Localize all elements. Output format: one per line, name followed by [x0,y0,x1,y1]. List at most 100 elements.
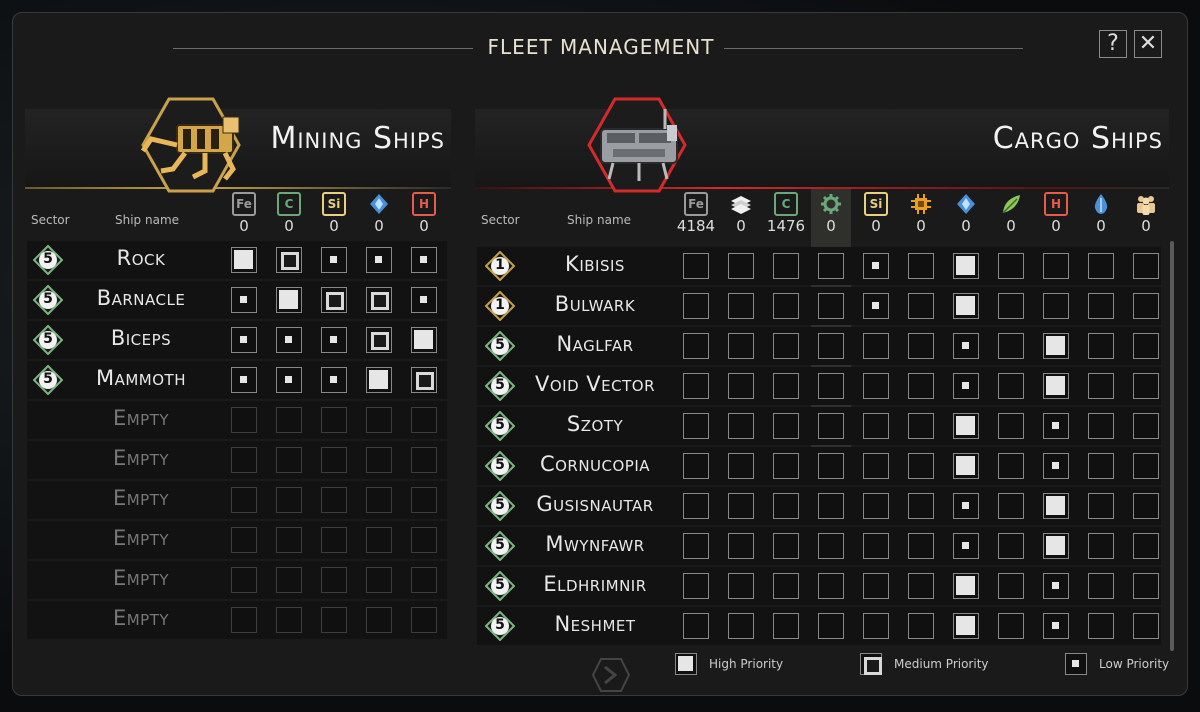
priority-checkbox-leaf[interactable] [998,413,1024,439]
priority-checkbox-carbon[interactable] [773,453,799,479]
priority-checkbox-carbon[interactable] [773,253,799,279]
priority-checkbox-crew[interactable] [1133,533,1159,559]
priority-checkbox-droplet[interactable] [1088,573,1114,599]
priority-checkbox-hydrogen[interactable] [1043,413,1069,439]
priority-checkbox-crystal[interactable] [953,333,979,359]
cargo-scrollbar[interactable] [1170,241,1174,651]
resource-column-hydrogen[interactable]: H0 [1036,192,1076,235]
priority-checkbox-metal-plates[interactable] [728,373,754,399]
priority-checkbox-crystal[interactable] [953,453,979,479]
priority-checkbox-iron[interactable] [683,293,709,319]
priority-checkbox-crystal[interactable] [953,613,979,639]
resource-column-metal-plates[interactable]: 0 [721,192,761,235]
priority-checkbox-iron[interactable] [683,373,709,399]
priority-checkbox-carbon[interactable] [276,247,302,273]
priority-checkbox-iron[interactable] [683,333,709,359]
priority-checkbox-droplet[interactable] [1088,613,1114,639]
priority-checkbox-hydrogen[interactable] [411,247,437,273]
priority-checkbox-iron[interactable] [231,287,257,313]
priority-checkbox-silicon[interactable] [863,573,889,599]
priority-checkbox-hydrogen[interactable] [1043,253,1069,279]
priority-checkbox-carbon[interactable] [276,287,302,313]
ship-name[interactable]: Eldhrimnir [533,572,657,596]
priority-checkbox-iron[interactable] [683,493,709,519]
help-button[interactable]: ? [1099,30,1127,58]
priority-checkbox-hydrogen[interactable] [1043,373,1069,399]
resource-column-carbon[interactable]: C 1476 [766,192,806,235]
priority-checkbox-gear[interactable] [818,373,844,399]
resource-column-crew[interactable]: 0 [1126,192,1166,235]
ship-name[interactable]: Gusisnautar [533,492,657,516]
priority-checkbox-crystal[interactable] [953,373,979,399]
ship-name[interactable]: Neshmet [533,612,657,636]
priority-checkbox-metal-plates[interactable] [728,333,754,359]
priority-checkbox-gear[interactable] [818,573,844,599]
priority-checkbox-metal-plates[interactable] [728,493,754,519]
resource-column-chip[interactable]: 0 [901,192,941,235]
ship-name[interactable]: Biceps [81,326,201,350]
priority-checkbox-crystal[interactable] [953,253,979,279]
priority-checkbox-droplet[interactable] [1088,253,1114,279]
priority-checkbox-hydrogen[interactable] [1043,533,1069,559]
ship-name[interactable]: Void Vector [533,372,657,396]
priority-checkbox-iron[interactable] [231,327,257,353]
priority-checkbox-chip[interactable] [908,613,934,639]
priority-checkbox-hydrogen[interactable] [1043,613,1069,639]
priority-checkbox-crew[interactable] [1133,253,1159,279]
priority-checkbox-leaf[interactable] [998,373,1024,399]
priority-checkbox-droplet[interactable] [1088,333,1114,359]
ship-name[interactable]: Bulwark [533,292,657,316]
priority-checkbox-carbon[interactable] [773,413,799,439]
priority-checkbox-iron[interactable] [231,247,257,273]
priority-checkbox-silicon[interactable] [863,613,889,639]
priority-checkbox-carbon[interactable] [773,573,799,599]
priority-checkbox-crew[interactable] [1133,453,1159,479]
close-button[interactable]: ✕ [1134,30,1162,58]
priority-checkbox-carbon[interactable] [773,533,799,559]
priority-checkbox-silicon[interactable] [863,253,889,279]
priority-checkbox-carbon[interactable] [773,613,799,639]
priority-checkbox-hydrogen[interactable] [1043,293,1069,319]
resource-column-iron[interactable]: Fe 0 [224,192,264,235]
priority-checkbox-droplet[interactable] [1088,533,1114,559]
priority-checkbox-silicon[interactable] [863,373,889,399]
priority-checkbox-silicon[interactable] [321,287,347,313]
ship-name[interactable]: Naglfar [533,332,657,356]
priority-checkbox-crystal[interactable] [366,247,392,273]
priority-checkbox-leaf[interactable] [998,253,1024,279]
priority-checkbox-iron[interactable] [683,453,709,479]
priority-checkbox-chip[interactable] [908,573,934,599]
priority-checkbox-leaf[interactable] [998,333,1024,359]
priority-checkbox-metal-plates[interactable] [728,533,754,559]
priority-checkbox-droplet[interactable] [1088,453,1114,479]
priority-checkbox-crystal[interactable] [366,287,392,313]
priority-checkbox-chip[interactable] [908,413,934,439]
ship-name[interactable]: Cornucopia [533,452,657,476]
priority-checkbox-hydrogen[interactable] [1043,493,1069,519]
resource-column-carbon[interactable]: C0 [269,192,309,235]
priority-checkbox-chip[interactable] [908,453,934,479]
priority-checkbox-silicon[interactable] [321,327,347,353]
resource-column-hydrogen[interactable]: H0 [404,192,444,235]
priority-checkbox-hydrogen[interactable] [1043,333,1069,359]
priority-checkbox-crew[interactable] [1133,413,1159,439]
priority-checkbox-silicon[interactable] [863,453,889,479]
priority-checkbox-chip[interactable] [908,333,934,359]
priority-checkbox-gear[interactable] [818,493,844,519]
priority-checkbox-carbon[interactable] [773,493,799,519]
priority-checkbox-metal-plates[interactable] [728,573,754,599]
priority-checkbox-carbon[interactable] [773,333,799,359]
priority-checkbox-crystal[interactable] [366,327,392,353]
priority-checkbox-carbon[interactable] [276,327,302,353]
priority-checkbox-iron[interactable] [231,367,257,393]
ship-name[interactable]: Mwynfawr [533,532,657,556]
priority-checkbox-silicon[interactable] [863,413,889,439]
priority-checkbox-gear[interactable] [818,613,844,639]
priority-checkbox-silicon[interactable] [863,333,889,359]
priority-checkbox-crystal[interactable] [953,413,979,439]
priority-checkbox-crew[interactable] [1133,493,1159,519]
priority-checkbox-leaf[interactable] [998,453,1024,479]
priority-checkbox-iron[interactable] [683,413,709,439]
priority-checkbox-carbon[interactable] [276,367,302,393]
ship-name[interactable]: Kibisis [533,252,657,276]
